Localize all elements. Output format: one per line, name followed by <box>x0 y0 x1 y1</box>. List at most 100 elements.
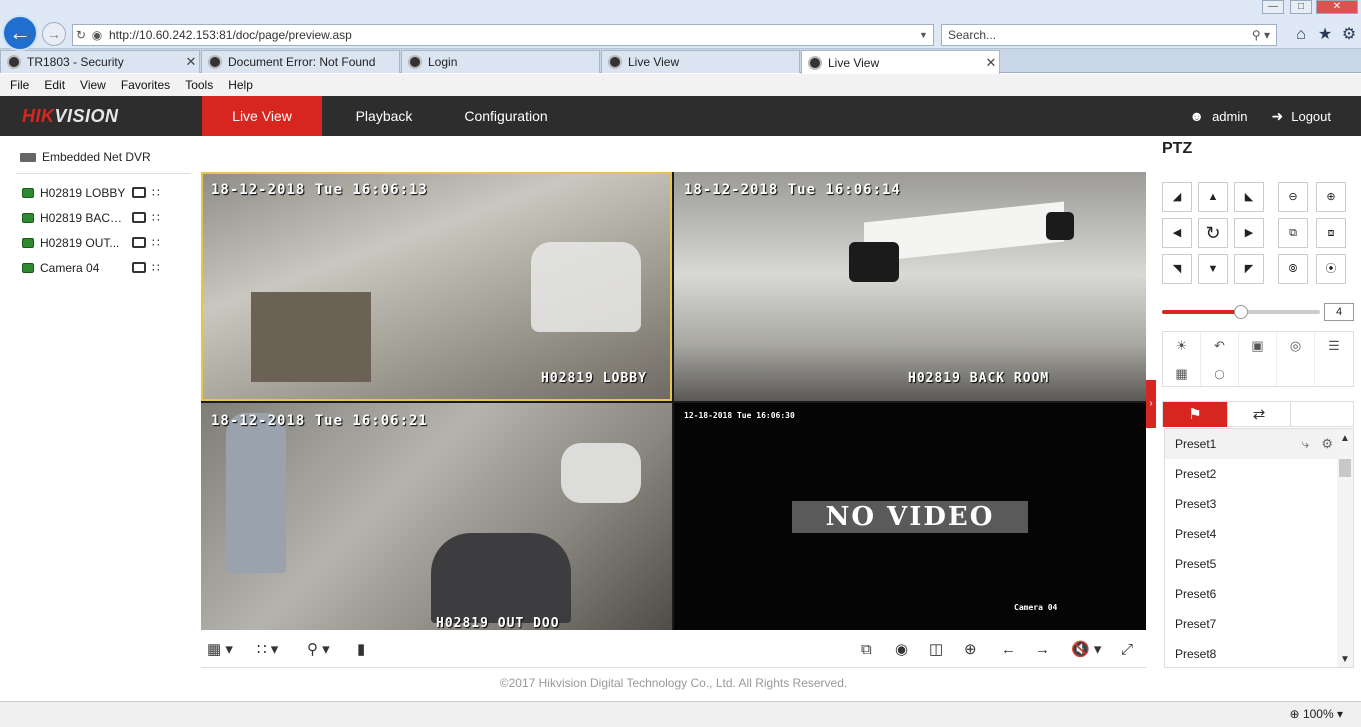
preset-item[interactable]: Preset2 <box>1165 459 1353 489</box>
zoom-in-button[interactable]: ⊕ <box>1316 182 1346 212</box>
video-tile-back-room[interactable]: 18-12-2018 Tue 16:06:14 H02819 BACK ROOM <box>674 172 1146 401</box>
previous-page-icon[interactable]: ← <box>1001 641 1016 659</box>
pattern-tab[interactable] <box>1291 402 1355 427</box>
record-icon[interactable] <box>132 237 146 248</box>
ptz-up-button[interactable]: ▲ <box>1198 182 1228 212</box>
tab-tr1803[interactable]: TR1803 - Security ✕ <box>0 50 200 73</box>
forward-button[interactable]: → <box>42 22 66 46</box>
scroll-thumb[interactable] <box>1339 459 1351 477</box>
set-preset-gear-icon[interactable]: ⚙ <box>1321 429 1333 459</box>
lens-init-icon[interactable]: ◎ <box>1277 332 1315 360</box>
logout-link[interactable]: Logout <box>1291 109 1331 124</box>
refresh-icon[interactable]: ↻ <box>73 28 89 42</box>
preset-item[interactable]: Preset8 <box>1165 639 1353 667</box>
capture-camera-icon[interactable]: ◉ <box>895 641 908 659</box>
ptz-down-button[interactable]: ▼ <box>1198 254 1228 284</box>
ptz-speed-slider[interactable] <box>1162 304 1322 322</box>
ptz-speed-value[interactable]: 4 <box>1324 303 1354 321</box>
slider-handle[interactable] <box>1234 305 1248 319</box>
camera-node[interactable]: H02819 BACK... ∷ <box>16 205 191 230</box>
light-icon[interactable]: ☀ <box>1163 332 1201 360</box>
menu-favorites[interactable]: Favorites <box>121 78 170 92</box>
iris-close-button[interactable]: ⦿ <box>1316 254 1346 284</box>
record-icon[interactable] <box>132 262 146 273</box>
camera-node[interactable]: Camera 04 ∷ <box>16 255 191 280</box>
focus-far-button[interactable]: ⧈ <box>1316 218 1346 248</box>
preset-item[interactable]: Preset1 ⤷ ⚙ <box>1165 429 1353 459</box>
preset-item[interactable]: Preset4 <box>1165 519 1353 549</box>
preset-flag-tab[interactable]: ⚑ <box>1163 402 1227 427</box>
patrol-tab[interactable]: ⇄ <box>1227 402 1291 427</box>
preset-item[interactable]: Preset3 <box>1165 489 1353 519</box>
nav-live-view[interactable]: Live View <box>202 96 322 136</box>
camera-node[interactable]: H02819 LOBBY ∷ <box>16 180 191 205</box>
search-icon[interactable]: ⚲ ▾ <box>1246 28 1276 42</box>
ptz-control-icon[interactable]: ▮ <box>357 641 365 659</box>
record-clip-icon[interactable]: ◫ <box>929 641 943 659</box>
record-icon[interactable] <box>132 212 146 223</box>
ptz-right-button[interactable]: ▶ <box>1234 218 1264 248</box>
menu-edit[interactable]: Edit <box>44 78 65 92</box>
dvr-node[interactable]: Embedded Net DVR <box>16 146 191 168</box>
microphone-icon[interactable]: ⚲ ▾ <box>307 641 330 659</box>
close-window-button[interactable]: ✕ <box>1316 0 1358 14</box>
menu-file[interactable]: File <box>10 78 29 92</box>
ptz-icon[interactable]: ∷ <box>152 236 168 250</box>
ptz-up-right-button[interactable]: ◣ <box>1234 182 1264 212</box>
ptz-left-button[interactable]: ◀ <box>1162 218 1192 248</box>
home-icon[interactable]: ⌂ <box>1291 26 1311 44</box>
scroll-up-icon[interactable]: ▲ <box>1337 433 1353 444</box>
stop-all-icon[interactable]: ⧉ <box>861 641 872 659</box>
address-url[interactable]: http://10.60.242.153:81/doc/page/preview… <box>109 28 919 42</box>
camera-node[interactable]: H02819 OUT... ∷ <box>16 230 191 255</box>
nav-playback[interactable]: Playback <box>330 96 438 136</box>
scroll-down-icon[interactable]: ▼ <box>1337 654 1353 665</box>
video-tile-camera-04[interactable]: 12-18-2018 Tue 16:06:30 NO VIDEO Camera … <box>674 403 1146 630</box>
ptz-down-left-button[interactable]: ◥ <box>1162 254 1192 284</box>
tab-live-view-active[interactable]: Live View ✕ <box>801 50 1000 74</box>
ptz-auto-scan-button[interactable]: ↻ <box>1198 218 1228 248</box>
preset-item[interactable]: Preset7 <box>1165 609 1353 639</box>
preset-item[interactable]: Preset6 <box>1165 579 1353 609</box>
record-icon[interactable] <box>132 187 146 198</box>
ptz-icon[interactable]: ∷ <box>152 261 168 275</box>
window-layout-icon[interactable]: ▦ ▾ <box>207 641 233 659</box>
ptz-down-right-button[interactable]: ◤ <box>1234 254 1264 284</box>
tab-live-view-1[interactable]: Live View <box>601 50 800 73</box>
address-dropdown-icon[interactable]: ▼ <box>919 30 933 40</box>
favorites-star-icon[interactable]: ★ <box>1315 26 1335 44</box>
menu-lines-icon[interactable]: ☰ <box>1315 332 1353 360</box>
tab-login[interactable]: Login <box>401 50 600 73</box>
video-tile-out-door[interactable]: 18-12-2018 Tue 16:06:21 H02819 OUT DOO <box>201 403 672 630</box>
preset-item[interactable]: Preset5 <box>1165 549 1353 579</box>
close-tab-icon[interactable]: ✕ <box>183 54 199 70</box>
menu-view[interactable]: View <box>80 78 106 92</box>
maximize-button[interactable]: □ <box>1290 0 1312 14</box>
settings-gear-icon[interactable]: ⚙ <box>1339 26 1359 44</box>
focus-near-button[interactable]: ⧉ <box>1278 218 1308 248</box>
minimize-button[interactable]: — <box>1262 0 1284 14</box>
focus-assist-icon[interactable]: ▣ <box>1239 332 1277 360</box>
fullscreen-icon[interactable]: ⤢ <box>1121 641 1133 659</box>
manual-track-icon[interactable]: ▦ <box>1163 360 1201 388</box>
back-button[interactable]: ← <box>2 15 38 51</box>
menu-help[interactable]: Help <box>228 78 253 92</box>
menu-tools[interactable]: Tools <box>185 78 213 92</box>
call-preset-icon[interactable]: ⤷ <box>1302 429 1309 459</box>
ptz-collapse-handle[interactable]: › <box>1146 380 1156 428</box>
nav-configuration[interactable]: Configuration <box>446 96 566 136</box>
preset-scrollbar[interactable]: ▲ ▼ <box>1337 429 1353 667</box>
3d-zoom-icon[interactable]: ◯ <box>1201 360 1239 388</box>
zoom-out-button[interactable]: ⊖ <box>1278 182 1308 212</box>
logout-icon[interactable]: ➜ <box>1272 108 1284 125</box>
ptz-icon[interactable]: ∷ <box>152 211 168 225</box>
stream-type-icon[interactable]: ∷ ▾ <box>257 641 278 659</box>
address-bar[interactable]: ↻ ◉ http://10.60.242.153:81/doc/page/pre… <box>72 24 934 46</box>
audio-mute-icon[interactable]: 🔇 ▾ <box>1071 641 1101 659</box>
ptz-icon[interactable]: ∷ <box>152 186 168 200</box>
ptz-up-left-button[interactable]: ◢ <box>1162 182 1192 212</box>
search-input[interactable]: Search... ⚲ ▾ <box>941 24 1277 46</box>
digital-zoom-icon[interactable]: ⊕ <box>964 641 977 659</box>
tab-document-error[interactable]: Document Error: Not Found <box>201 50 400 73</box>
zoom-level[interactable]: ⊕ 100% ▾ <box>1290 707 1343 721</box>
